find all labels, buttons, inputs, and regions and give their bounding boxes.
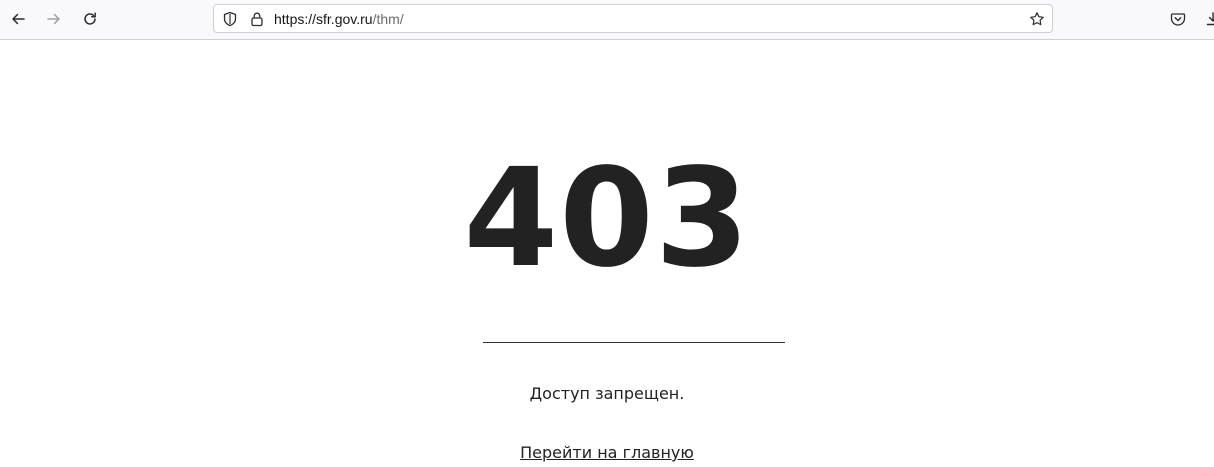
- back-button[interactable]: [5, 6, 31, 32]
- url-host: https://sfr.gov.ru: [274, 11, 373, 27]
- divider: [483, 342, 785, 343]
- url-text[interactable]: https://sfr.gov.ru/thm/: [274, 11, 404, 28]
- browser-toolbar: https://sfr.gov.ru/thm/: [0, 0, 1214, 40]
- lock-icon[interactable]: [249, 11, 265, 27]
- arrow-left-icon: [12, 13, 25, 25]
- reload-button[interactable]: [77, 6, 103, 32]
- page-content: 403 Доступ запрещен. Перейти на главную: [0, 40, 1214, 467]
- url-path: /thm/: [372, 11, 404, 27]
- home-link-container: Перейти на главную: [0, 443, 1214, 462]
- arrow-right-icon: [47, 13, 60, 25]
- star-icon[interactable]: [1029, 11, 1045, 27]
- error-code: 403: [463, 140, 751, 298]
- download-icon[interactable]: [1205, 11, 1214, 27]
- shield-icon[interactable]: [222, 11, 238, 27]
- home-link[interactable]: Перейти на главную: [520, 443, 694, 462]
- error-message: Доступ запрещен.: [529, 384, 685, 403]
- address-bar[interactable]: https://sfr.gov.ru/thm/: [213, 4, 1053, 33]
- forward-button[interactable]: [41, 6, 67, 32]
- pocket-icon[interactable]: [1170, 11, 1186, 27]
- reload-icon: [84, 12, 96, 25]
